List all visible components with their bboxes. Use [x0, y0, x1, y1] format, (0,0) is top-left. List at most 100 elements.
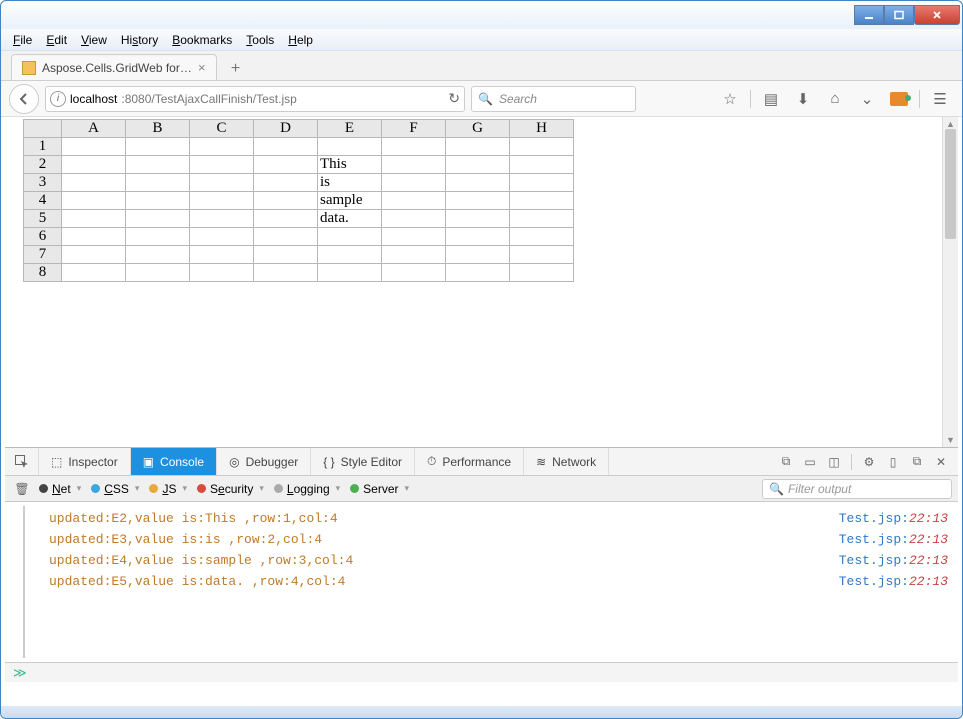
url-bar[interactable]: i localhost:8080/TestAjaxCallFinish/Test… — [45, 86, 465, 112]
cell-H2[interactable] — [510, 156, 574, 174]
filter-css[interactable]: CSS▾ — [87, 482, 143, 496]
cell-H5[interactable] — [510, 210, 574, 228]
scroll-thumb[interactable] — [945, 129, 956, 239]
column-header-f[interactable]: F — [382, 120, 446, 138]
devtools-close-icon[interactable]: ✕ — [930, 451, 952, 473]
pocket-icon[interactable]: ⌄ — [853, 86, 881, 112]
cell-A1[interactable] — [62, 138, 126, 156]
spreadsheet-grid[interactable]: ABCDEFGH12This3is4sample5data.678 — [23, 119, 574, 282]
console-log-row[interactable]: updated:E4,value is:sample ,row:3,col:4T… — [15, 550, 948, 571]
cell-G7[interactable] — [446, 246, 510, 264]
cell-C1[interactable] — [190, 138, 254, 156]
tab-network[interactable]: ≋Network — [524, 448, 609, 475]
cell-H4[interactable] — [510, 192, 574, 210]
window-close-button[interactable] — [914, 5, 960, 25]
cell-C8[interactable] — [190, 264, 254, 282]
page-scrollbar[interactable]: ▲ ▼ — [942, 117, 958, 447]
cell-C4[interactable] — [190, 192, 254, 210]
hamburger-menu-icon[interactable]: ☰ — [926, 86, 954, 112]
tab-inspector[interactable]: ⬚Inspector — [39, 448, 131, 475]
cell-D4[interactable] — [254, 192, 318, 210]
grid-corner[interactable] — [24, 120, 62, 138]
cell-D5[interactable] — [254, 210, 318, 228]
log-source[interactable]: Test.jsp:22:13 — [839, 574, 948, 589]
cell-E7[interactable] — [318, 246, 382, 264]
filter-output-input[interactable]: 🔍 Filter output — [762, 479, 952, 499]
menu-file[interactable]: File — [7, 31, 38, 49]
cell-E4[interactable]: sample — [318, 192, 382, 210]
cell-H8[interactable] — [510, 264, 574, 282]
cell-B7[interactable] — [126, 246, 190, 264]
cell-F1[interactable] — [382, 138, 446, 156]
filter-js[interactable]: JS▾ — [145, 482, 191, 496]
element-picker-icon[interactable] — [5, 448, 39, 475]
reload-icon[interactable]: ↻ — [448, 90, 460, 107]
cell-C5[interactable] — [190, 210, 254, 228]
cell-C7[interactable] — [190, 246, 254, 264]
row-header-8[interactable]: 8 — [24, 264, 62, 282]
console-log-row[interactable]: updated:E5,value is:data. ,row:4,col:4Te… — [15, 571, 948, 592]
tab-style-editor[interactable]: { }Style Editor — [311, 448, 415, 475]
cell-C3[interactable] — [190, 174, 254, 192]
filter-net[interactable]: Net▾ — [35, 482, 85, 496]
menu-help[interactable]: Help — [282, 31, 319, 49]
responsive-mode-icon[interactable]: ⧉ — [775, 451, 797, 473]
cell-C2[interactable] — [190, 156, 254, 174]
cell-D1[interactable] — [254, 138, 318, 156]
console-input-expand[interactable]: ≫ — [5, 662, 958, 682]
cell-F2[interactable] — [382, 156, 446, 174]
column-header-e[interactable]: E — [318, 120, 382, 138]
window-minimize-button[interactable] — [854, 5, 884, 25]
column-header-a[interactable]: A — [62, 120, 126, 138]
cell-E2[interactable]: This — [318, 156, 382, 174]
cell-H6[interactable] — [510, 228, 574, 246]
cell-A5[interactable] — [62, 210, 126, 228]
cell-D3[interactable] — [254, 174, 318, 192]
menu-view[interactable]: View — [75, 31, 113, 49]
cell-F4[interactable] — [382, 192, 446, 210]
cell-E5[interactable]: data. — [318, 210, 382, 228]
cell-G1[interactable] — [446, 138, 510, 156]
cell-F6[interactable] — [382, 228, 446, 246]
console-log-row[interactable]: updated:E2,value is:This ,row:1,col:4Tes… — [15, 508, 948, 529]
cell-H3[interactable] — [510, 174, 574, 192]
tab-performance[interactable]: ⏱Performance — [415, 448, 524, 475]
home-icon[interactable]: ⌂ — [821, 86, 849, 112]
cell-A8[interactable] — [62, 264, 126, 282]
column-header-h[interactable]: H — [510, 120, 574, 138]
popout-icon[interactable]: ⧉ — [906, 451, 928, 473]
row-header-6[interactable]: 6 — [24, 228, 62, 246]
devtools-settings-icon[interactable]: ⚙ — [858, 451, 880, 473]
log-source[interactable]: Test.jsp:22:13 — [839, 511, 948, 526]
cell-G2[interactable] — [446, 156, 510, 174]
tab-console[interactable]: ▣Console — [131, 448, 217, 475]
column-header-d[interactable]: D — [254, 120, 318, 138]
reader-view-icon[interactable]: ▤ — [757, 86, 785, 112]
cell-F8[interactable] — [382, 264, 446, 282]
console-log-row[interactable]: updated:E3,value is:is ,row:2,col:4Test.… — [15, 529, 948, 550]
cell-G8[interactable] — [446, 264, 510, 282]
downloads-icon[interactable]: ⬇ — [789, 86, 817, 112]
log-source[interactable]: Test.jsp:22:13 — [839, 553, 948, 568]
dock-side-icon[interactable]: ◫ — [823, 451, 845, 473]
back-button[interactable] — [9, 84, 39, 114]
cell-B6[interactable] — [126, 228, 190, 246]
split-console-icon[interactable]: ▭ — [799, 451, 821, 473]
cell-A3[interactable] — [62, 174, 126, 192]
menu-tools[interactable]: Tools — [240, 31, 280, 49]
site-info-icon[interactable]: i — [50, 91, 66, 107]
filter-logging[interactable]: Logging▾ — [270, 482, 344, 496]
cell-D6[interactable] — [254, 228, 318, 246]
row-header-3[interactable]: 3 — [24, 174, 62, 192]
cell-H1[interactable] — [510, 138, 574, 156]
cell-F3[interactable] — [382, 174, 446, 192]
cell-E6[interactable] — [318, 228, 382, 246]
cell-B8[interactable] — [126, 264, 190, 282]
cell-D8[interactable] — [254, 264, 318, 282]
console-log-area[interactable]: updated:E2,value is:This ,row:1,col:4Tes… — [5, 502, 958, 662]
tab-debugger[interactable]: ◎Debugger — [217, 448, 311, 475]
filter-server[interactable]: Server▾ — [346, 482, 413, 496]
new-tab-button[interactable]: + — [225, 58, 247, 80]
tab-close-icon[interactable]: × — [198, 60, 206, 75]
cell-G4[interactable] — [446, 192, 510, 210]
